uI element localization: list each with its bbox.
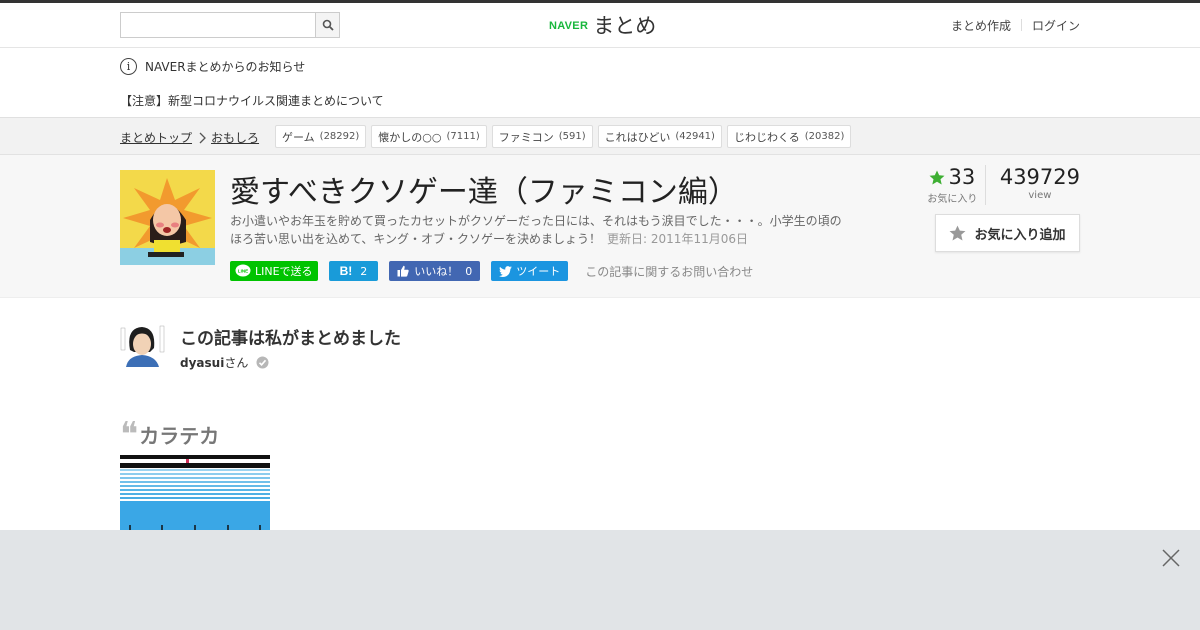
author-name-row: dyasui さん [180, 354, 269, 371]
article-description-text: お小遣いやお年玉を貯めて買ったカセットがクソゲーだった日には、それはもう涙目でし… [230, 214, 842, 246]
article-header: 愛すべきクソゲー達（ファミコン編） お小遣いやお年玉を貯めて買ったカセットがクソ… [0, 155, 1200, 298]
author-avatar-illustration [120, 322, 165, 367]
article-title: 愛すべきクソゲー達（ファミコン編） [230, 175, 738, 210]
section-heading: ❝ カラテカ [120, 414, 220, 455]
favorites-count: 33 [948, 165, 976, 189]
tag-label: 懐かしの○○ [378, 130, 442, 144]
chevron-right-icon [199, 132, 206, 143]
article-thumbnail[interactable] [120, 170, 215, 265]
updated-date: 更新日: 2011年11月06日 [607, 232, 748, 246]
quote-icon: ❝ [120, 414, 139, 455]
tag-count: (591) [558, 131, 586, 142]
naver-logo: NAVER [549, 20, 589, 32]
notice-info-text: NAVERまとめからのお知らせ [145, 60, 306, 74]
tag-label: じわじわくる [733, 130, 800, 144]
hatena-bookmark-button[interactable]: B! 2 [328, 261, 379, 281]
notice-alert-link[interactable]: 【注意】新型コロナウイルス関連まとめについて [120, 92, 384, 109]
article-stats: 33 お気に入り 439729 view [920, 165, 1080, 205]
add-favorite-button[interactable]: お気に入り追加 [935, 214, 1080, 252]
inquiry-link[interactable]: この記事に関するお問い合わせ [585, 263, 753, 280]
views-label: view [1028, 190, 1052, 201]
twitter-bird-icon [499, 265, 513, 277]
tag-count: (42941) [675, 131, 715, 142]
game-screenshot[interactable] [120, 454, 270, 530]
breadcrumb-top-link[interactable]: まとめトップ [120, 129, 192, 146]
search-form [120, 12, 340, 38]
facebook-like-button[interactable]: いいね！ 0 [389, 261, 481, 281]
tag-item[interactable]: これはひどい (42941) [597, 125, 722, 148]
tag-item[interactable]: 懐かしの○○ (7111) [371, 125, 487, 148]
tag-label: ファミコン [498, 130, 554, 144]
section-title: カラテカ [139, 424, 220, 448]
tag-count: (7111) [446, 131, 480, 142]
views-stat: 439729 view [986, 165, 1080, 205]
article-description: お小遣いやお年玉を貯めて買ったカセットがクソゲーだった日には、それはもう涙目でし… [230, 212, 850, 248]
matome-logo-text: まとめ [593, 14, 657, 38]
favorites-label: お気に入り [927, 194, 978, 205]
thumbs-up-icon [397, 265, 409, 277]
header-link-divider [1020, 19, 1022, 31]
tag-count: (20382) [804, 131, 845, 142]
tag-item[interactable]: ゲーム (28292) [275, 125, 367, 148]
svg-text:LINE: LINE [238, 269, 248, 274]
author-avatar[interactable] [120, 322, 165, 367]
hatena-count: 2 [360, 264, 368, 278]
line-icon: LINE [235, 264, 251, 277]
site-header: NAVER まとめ まとめ作成 ログイン [0, 3, 1200, 48]
create-matome-link[interactable]: まとめ作成 [951, 17, 1011, 34]
author-heading: この記事は私がまとめました [180, 329, 401, 349]
author-name[interactable]: dyasui [180, 356, 224, 370]
tag-item[interactable]: ファミコン (591) [491, 125, 593, 148]
share-buttons: LINE LINEで送る B! 2 いいね！ 0 ツイート この記事に関するお問… [230, 261, 753, 281]
game-screenshot-illustration [120, 454, 270, 530]
info-icon: i [120, 58, 137, 75]
search-icon [322, 19, 334, 31]
search-button[interactable] [315, 12, 340, 38]
breadcrumb-bar: まとめトップ おもしろ ゲーム (28292) 懐かしの○○ (7111) ファミコ… [0, 118, 1200, 155]
hatena-icon: B! [339, 264, 353, 278]
views-count: 439729 [999, 165, 1080, 189]
star-outline-icon [950, 225, 966, 241]
line-share-label: LINEで送る [255, 265, 313, 278]
tweet-label: ツイート [516, 265, 561, 278]
login-link[interactable]: ログイン [1032, 17, 1080, 34]
tag-list: ゲーム (28292) 懐かしの○○ (7111) ファミコン (591) これはひど… [275, 125, 856, 148]
breadcrumb-category-link[interactable]: おもしろ [211, 129, 259, 146]
favorites-stat: 33 お気に入り [920, 165, 986, 205]
site-logo[interactable]: NAVER まとめ [549, 10, 656, 40]
star-icon [929, 170, 945, 184]
tweet-button[interactable]: ツイート [491, 261, 569, 281]
tag-label: ゲーム [282, 130, 315, 144]
author-suffix: さん [224, 356, 249, 370]
header-links: まとめ作成 ログイン [951, 17, 1080, 34]
facebook-like-label: いいね！ [414, 265, 459, 278]
thumbnail-illustration [120, 170, 215, 265]
line-share-button[interactable]: LINE LINEで送る [230, 261, 318, 281]
tag-label: これはひどい [604, 130, 671, 144]
search-input[interactable] [120, 12, 315, 38]
breadcrumb: まとめトップ おもしろ [120, 129, 259, 146]
ad-banner [0, 530, 1200, 630]
tag-item[interactable]: じわじわくる (20382) [726, 125, 852, 148]
notice-info-link[interactable]: i NAVERまとめからのお知らせ [120, 58, 305, 75]
add-favorite-label: お気に入り追加 [974, 227, 1066, 243]
notice-area: i NAVERまとめからのお知らせ 【注意】新型コロナウイルス関連まとめについて [0, 48, 1200, 118]
tag-count: (28292) [319, 131, 360, 142]
close-icon[interactable] [1162, 549, 1180, 567]
verified-check-icon [256, 356, 269, 369]
facebook-like-count: 0 [465, 264, 473, 278]
